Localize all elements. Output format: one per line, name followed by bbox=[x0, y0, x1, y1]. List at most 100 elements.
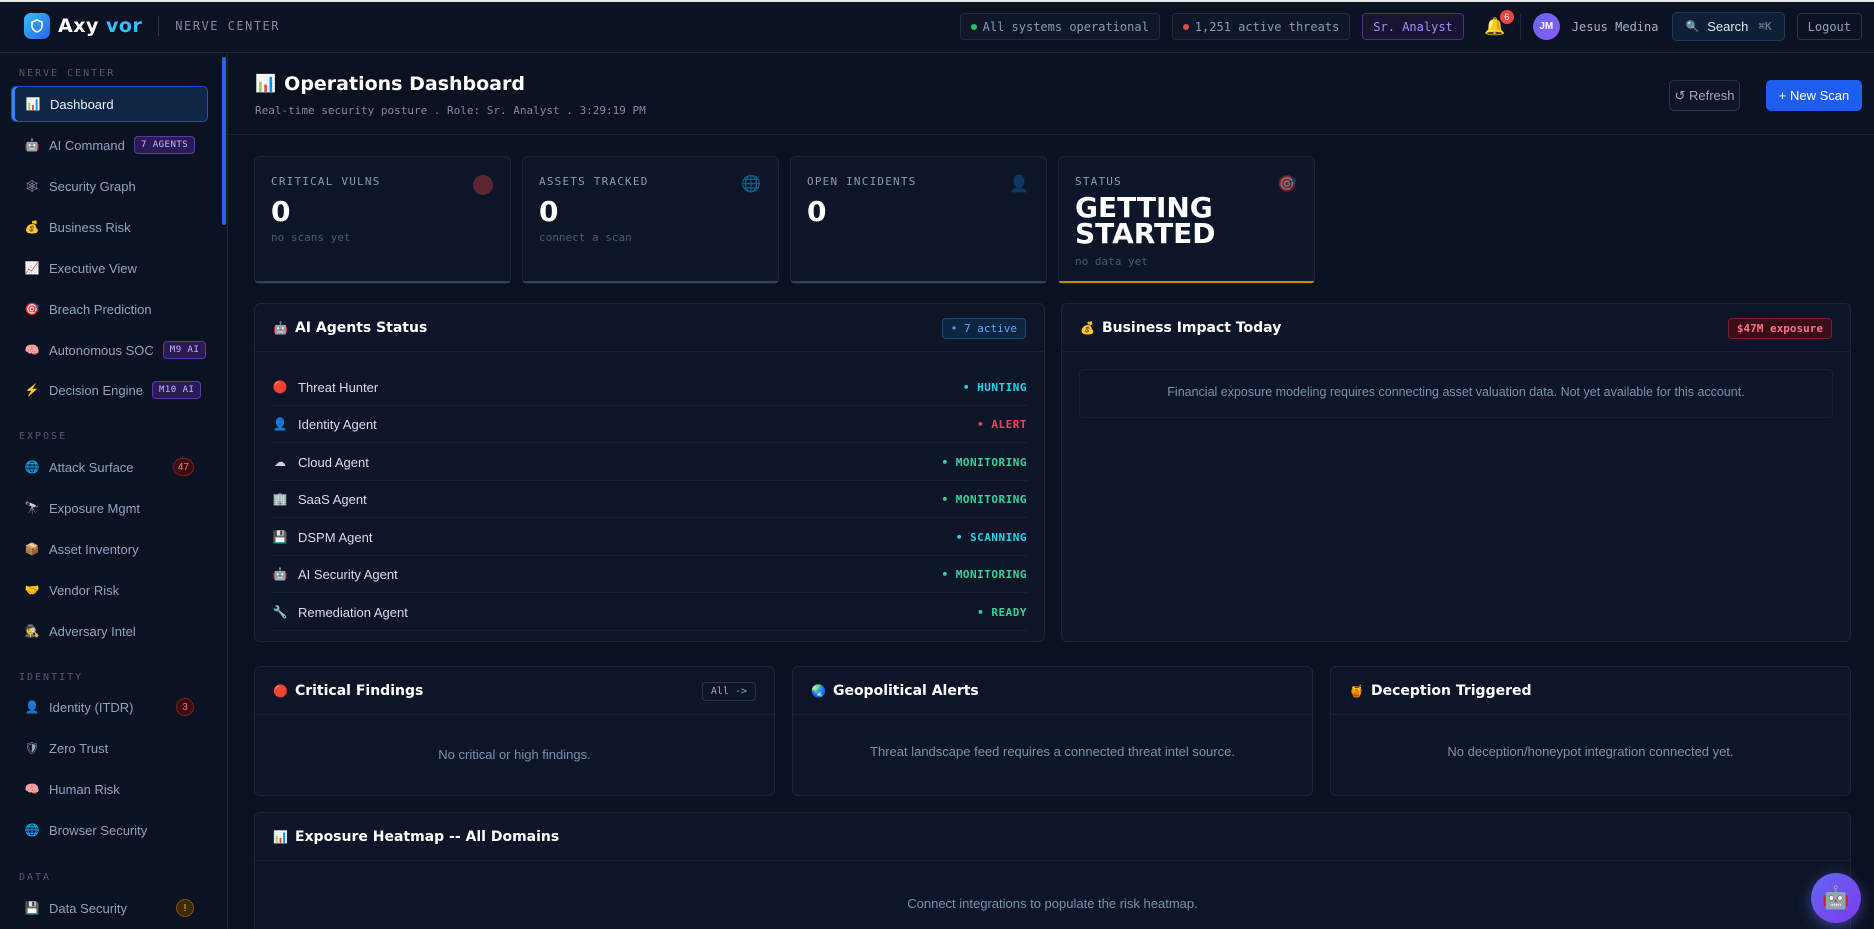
system-status-pill[interactable]: All systems operational bbox=[959, 13, 1160, 40]
avatar[interactable]: JM bbox=[1532, 13, 1560, 40]
deception-triggered-panel: 🍯 Deception Triggered No deception/honey… bbox=[1330, 666, 1851, 796]
panel-header: 🍯 Deception Triggered bbox=[1331, 667, 1850, 715]
panel-header: 🤖 AI Agents Status • 7 active bbox=[255, 304, 1044, 352]
agent-row[interactable]: 🔴 Threat Hunter • HUNTING bbox=[272, 369, 1027, 406]
agent-status: • MONITORING bbox=[941, 455, 1027, 469]
agent-row[interactable]: 🤖 AI Security Agent • MONITORING bbox=[272, 556, 1027, 593]
divider bbox=[1519, 13, 1521, 40]
sidebar-item-autonomous-soc[interactable]: 🧠 Autonomous SOC M9 AI bbox=[11, 332, 208, 368]
sidebar-item-ai-command[interactable]: 🤖 AI Command 7 AGENTS bbox=[11, 127, 208, 163]
stat-card-critical-vulns[interactable]: CRITICAL VULNS 0 no scans yet bbox=[254, 156, 511, 284]
agent-row[interactable]: 👤 Identity Agent • ALERT bbox=[272, 406, 1027, 443]
agent-name: Identity Agent bbox=[298, 416, 377, 432]
bar-chart-icon: 📊 bbox=[255, 74, 277, 94]
stat-card-assets-tracked[interactable]: ASSETS TRACKED 🌐 0 connect a scan bbox=[522, 156, 779, 284]
sidebar-item-identity-itdr[interactable]: 👤 Identity (ITDR) 3 bbox=[11, 689, 208, 725]
sidebar-item-decision-engine[interactable]: ⚡ Decision Engine M10 AI bbox=[11, 372, 208, 408]
sidebar-item-attack-surface[interactable]: 🌐 Attack Surface 47 bbox=[11, 449, 208, 485]
info-box: Financial exposure modeling requires con… bbox=[1079, 369, 1833, 418]
sidebar-item-label: AI Command bbox=[49, 137, 125, 153]
sidebar-item-label: Browser Security bbox=[49, 822, 148, 838]
sidebar-item-label: Breach Prediction bbox=[49, 301, 152, 317]
threat-dot-icon bbox=[1182, 23, 1189, 30]
brand[interactable]: Axy vor bbox=[24, 13, 142, 39]
spy-icon: 🕵 bbox=[24, 624, 40, 638]
search-label: Search bbox=[1707, 19, 1749, 34]
panel-title: Geopolitical Alerts bbox=[832, 682, 979, 699]
panel-header: 📊 Exposure Heatmap -- All Domains bbox=[255, 813, 1850, 861]
notifications-bell-icon[interactable]: 🔔 6 bbox=[1482, 9, 1514, 40]
sidebar-item-label: Business Risk bbox=[49, 219, 131, 235]
search-button[interactable]: 🔍 Search ⌘K bbox=[1672, 12, 1785, 41]
agent-row[interactable]: 💾 DSPM Agent • SCANNING bbox=[272, 519, 1027, 556]
sidebar-scrollbar[interactable] bbox=[222, 57, 226, 225]
sidebar-item-label: Adversary Intel bbox=[49, 623, 136, 639]
agent-row[interactable]: ☁ Cloud Agent • MONITORING bbox=[272, 444, 1027, 481]
brand-name: Axy vor bbox=[58, 15, 143, 37]
agent-row[interactable]: 🔧 Remediation Agent • READY bbox=[272, 594, 1027, 631]
refresh-button[interactable]: ↺ Refresh bbox=[1669, 80, 1740, 111]
robot-icon: 🤖 bbox=[272, 567, 288, 581]
stat-card-status[interactable]: STATUS 🎯 GETTING STARTED no data yet bbox=[1058, 156, 1315, 284]
stat-accent-bar bbox=[1059, 281, 1314, 283]
sidebar-item-security-graph[interactable]: 🕸 Security Graph bbox=[11, 168, 208, 204]
sidebar-item-exposure-mgmt[interactable]: 🔭 Exposure Mgmt bbox=[11, 490, 208, 526]
target-icon: 🎯 bbox=[24, 302, 40, 316]
page-title: 📊 Operations Dashboard bbox=[255, 73, 525, 95]
ai-assistant-button[interactable]: 🤖 bbox=[1811, 873, 1861, 923]
stat-note: no data yet bbox=[1075, 255, 1148, 268]
stat-accent-bar bbox=[791, 281, 1046, 283]
view-all-link[interactable]: All -> bbox=[701, 682, 756, 701]
main-content: 📊 Operations Dashboard Real-time securit… bbox=[228, 53, 1874, 929]
bar-chart-icon: 📊 bbox=[273, 829, 288, 844]
divider bbox=[158, 16, 160, 36]
username[interactable]: Jesus Medina bbox=[1572, 20, 1659, 34]
red-dot-icon bbox=[473, 175, 493, 195]
empty-message: Financial exposure modeling requires con… bbox=[1167, 385, 1745, 399]
sidebar-item-dashboard[interactable]: 📊 Dashboard bbox=[11, 86, 208, 122]
sidebar-item-browser-security[interactable]: 🌐 Browser Security bbox=[11, 812, 208, 848]
new-scan-button[interactable]: + New Scan bbox=[1766, 80, 1862, 111]
target-icon: 🎯 bbox=[1277, 176, 1297, 193]
status-dot-icon bbox=[970, 23, 977, 30]
role-badge[interactable]: Sr. Analyst bbox=[1362, 13, 1464, 40]
stat-value: GETTING STARTED bbox=[1075, 194, 1216, 250]
sidebar-item-executive-view[interactable]: 📈 Executive View bbox=[11, 250, 208, 286]
sidebar-item-adversary-intel[interactable]: 🕵 Adversary Intel bbox=[11, 613, 208, 649]
stat-accent-bar bbox=[523, 281, 778, 283]
telescope-icon: 🔭 bbox=[24, 501, 40, 515]
active-threats-pill[interactable]: 1,251 active threats bbox=[1171, 13, 1351, 40]
logout-button[interactable]: Logout bbox=[1796, 13, 1862, 40]
sidebar-item-human-risk[interactable]: 🧠 Human Risk bbox=[11, 771, 208, 807]
empty-message: Connect integrations to populate the ris… bbox=[907, 896, 1198, 911]
sidebar-item-label: Decision Engine bbox=[49, 382, 143, 398]
panel-header: 💰 Business Impact Today $47M exposure bbox=[1062, 304, 1850, 352]
empty-message: Threat landscape feed requires a connect… bbox=[870, 744, 1235, 759]
honeypot-icon: 🍯 bbox=[1349, 683, 1364, 698]
ai-agents-panel: 🤖 AI Agents Status • 7 active 🔴 Threat H… bbox=[254, 303, 1045, 642]
sidebar-item-zero-trust[interactable]: 🛡 Zero Trust bbox=[11, 730, 208, 766]
sidebar-item-business-risk[interactable]: 💰 Business Risk bbox=[11, 209, 208, 245]
count-badge: 3 bbox=[176, 698, 194, 716]
robot-icon: 🤖 bbox=[1822, 885, 1850, 910]
floppy-disk-icon: 💾 bbox=[272, 530, 288, 544]
sidebar-item-data-security[interactable]: 💾 Data Security ! bbox=[11, 890, 208, 926]
business-impact-panel: 💰 Business Impact Today $47M exposure Fi… bbox=[1061, 303, 1851, 642]
sidebar-item-asset-inventory[interactable]: 📦 Asset Inventory bbox=[11, 531, 208, 567]
stat-value-line: STARTED bbox=[1075, 217, 1216, 250]
sidebar-item-label: Executive View bbox=[49, 260, 137, 276]
critical-findings-panel: 🔴 Critical Findings All -> No critical o… bbox=[254, 666, 775, 796]
red-circle-icon: 🔴 bbox=[273, 683, 288, 698]
package-icon: 📦 bbox=[24, 542, 40, 556]
agent-row[interactable]: 🏢 SaaS Agent • MONITORING bbox=[272, 481, 1027, 518]
page-title-text: Operations Dashboard bbox=[284, 73, 525, 95]
stat-label: STATUS bbox=[1075, 175, 1122, 188]
handshake-icon: 🤝 bbox=[24, 583, 40, 597]
section-identity: IDENTITY bbox=[19, 672, 84, 683]
brand-subtitle: NERVE CENTER bbox=[175, 19, 280, 33]
exposure-heatmap-panel: 📊 Exposure Heatmap -- All Domains Connec… bbox=[254, 812, 1851, 929]
stat-card-open-incidents[interactable]: OPEN INCIDENTS 👤 0 bbox=[790, 156, 1047, 284]
sidebar: NERVE CENTER 📊 Dashboard 🤖 AI Command 7 … bbox=[0, 53, 228, 929]
sidebar-item-vendor-risk[interactable]: 🤝 Vendor Risk bbox=[11, 572, 208, 608]
sidebar-item-breach-prediction[interactable]: 🎯 Breach Prediction bbox=[11, 291, 208, 327]
